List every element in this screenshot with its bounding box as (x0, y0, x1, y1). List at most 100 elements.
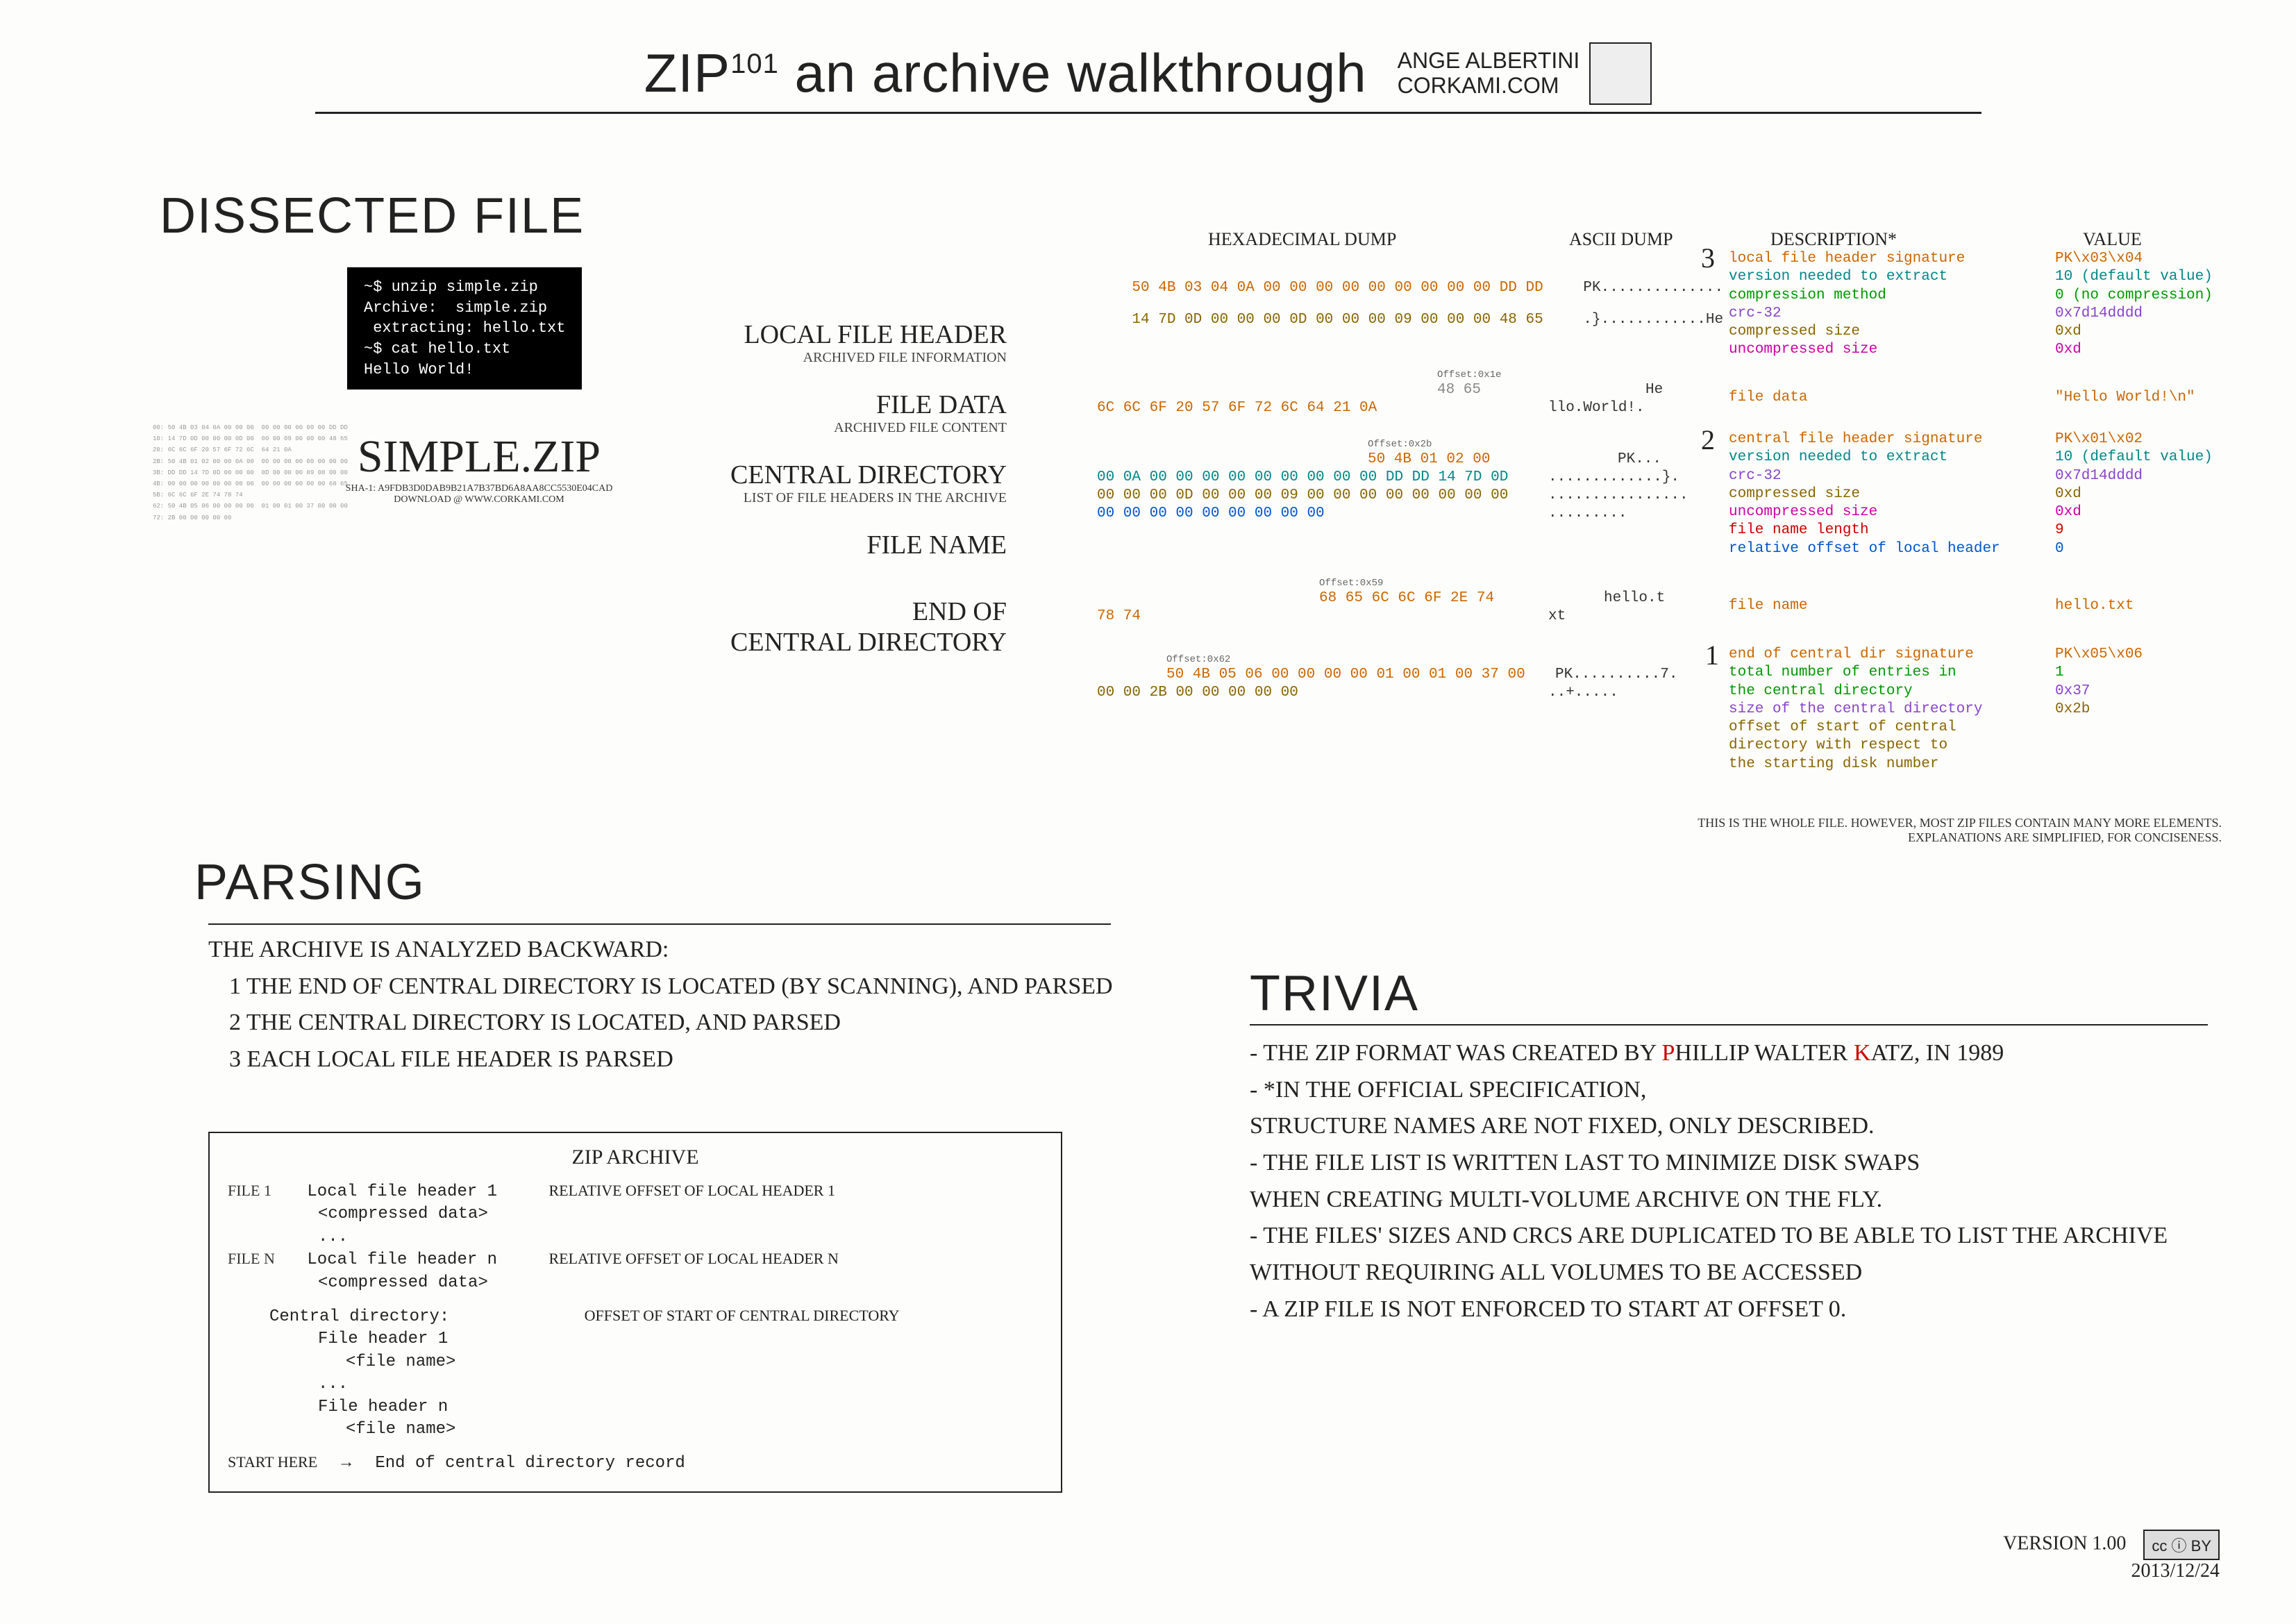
cd-offset: Offset:0x2b (1368, 439, 1432, 450)
parsing-item-1: 1 THE END OF CENTRAL DIRECTORY IS LOCATE… (229, 969, 1180, 1005)
dump-header-ascii: ASCII DUMP (1569, 229, 1673, 250)
parsing-lead: THE ARCHIVE IS ANALYZED BACKWARD: (208, 932, 1180, 969)
fn-desc: file name (1729, 597, 1807, 615)
fd-ascii: llo.World!. (1548, 400, 1645, 416)
arch-cd: Central directory: (269, 1307, 449, 1326)
arch-filena: Local file header n (307, 1250, 497, 1269)
lfh-desc: local file header signatureversion neede… (1729, 250, 1965, 360)
title-rule (315, 112, 1981, 114)
section-filedata-label: FILE DATA (694, 390, 1007, 420)
footer: VERSION 1.00 cc ⓘ BY 2013/12/24 (2003, 1530, 2220, 1582)
cd-val: PK\x01\x0210 (default value)0x7d14dddd0x… (2055, 430, 2213, 558)
simple-zip-block: SIMPLE.ZIP SHA-1: A9FDB3D0DAB9B21A7B37BD… (299, 430, 660, 505)
title-credits: ANGE ALBERTINI CORKAMI.COM (1398, 49, 1580, 97)
arch-file1a: Local file header 1 (307, 1182, 497, 1201)
archive-schematic: ZIP ARCHIVE FILE 1 Local file header 1 R… (208, 1132, 1062, 1493)
filedata-offset: Offset:0x1e (1437, 369, 1501, 380)
fd-hex-prev: 48 65 (1437, 382, 1481, 398)
section-eocd: END OF CENTRAL DIRECTORY (694, 584, 1007, 670)
simple-zip-download: DOWNLOAD @ WWW.CORKAMI.COM (299, 494, 660, 505)
arch-off1: RELATIVE OFFSET OF LOCAL HEADER 1 (548, 1180, 835, 1201)
eo-val: PK\x05\x0610x370x2b (2055, 646, 2143, 719)
parsing-heading: PARSING (194, 854, 426, 911)
cd-asc0: PK... (1618, 451, 1661, 467)
section-filedata: FILE DATA ARCHIVED FILE CONTENT (694, 390, 1007, 436)
title-rest: an archive walkthrough (779, 42, 1367, 103)
simple-zip-sha: SHA-1: A9FDB3D0DAB9B21A7B37BD6A8AA8CC553… (299, 483, 660, 494)
eo-step: 1 (1705, 639, 1719, 671)
fn-val: hello.txt (2055, 597, 2134, 615)
title-sup: 101 (730, 49, 779, 79)
arch-cd1a: File header 1 (318, 1328, 1043, 1350)
cd-desc: central file header signatureversion nee… (1729, 430, 2000, 558)
fd-val: "Hello World!\n" (2055, 389, 2195, 407)
lfh-hex-1: 50 4B 03 04 0A 00 00 00 00 00 00 00 00 0… (1132, 280, 1543, 296)
trivia-heading: TRIVIA (1250, 965, 1419, 1022)
eo-asc1: PK..........7. (1555, 667, 1677, 683)
cd-step: 2 (1701, 424, 1715, 456)
lfh-ascii-2: .}............He (1583, 312, 1723, 328)
corkami-logo-icon (1589, 42, 1652, 105)
cd-hex1: 00 0A 00 00 00 00 00 00 00 00 00 DD DD 1… (1097, 469, 1508, 485)
cd-asc2: ................ (1548, 487, 1689, 503)
arch-cdna: File header n (318, 1396, 1043, 1418)
eo-hex1: 50 4B 05 06 00 00 00 00 01 00 01 00 37 0… (1166, 667, 1525, 683)
fd-hex: 6C 6C 6F 20 57 6F 72 6C 64 21 0A (1097, 400, 1377, 416)
lfh-step: 3 (1701, 242, 1715, 274)
fd-ascii-prev: He (1645, 382, 1663, 398)
cd-asc1: .............}. (1548, 469, 1679, 485)
title-site: CORKAMI.COM (1398, 73, 1559, 98)
cd-hex2: 00 00 00 0D 00 00 00 09 00 00 00 00 00 0… (1097, 487, 1508, 503)
arch-offn: RELATIVE OFFSET OF LOCAL HEADER N (548, 1248, 838, 1269)
dump-header-hex: HEXADECIMAL DUMP (1208, 229, 1396, 250)
simple-zip-name: SIMPLE.ZIP (299, 430, 660, 483)
section-filedata-sub: ARCHIVED FILE CONTENT (694, 420, 1007, 436)
section-lfh: LOCAL FILE HEADER ARCHIVED FILE INFORMAT… (694, 319, 1007, 366)
cc-by-icon: cc ⓘ BY (2143, 1530, 2220, 1560)
fn-asc: xt (1548, 608, 1566, 624)
footer-date: 2013/12/24 (2131, 1560, 2220, 1582)
section-cdir-label: CENTRAL DIRECTORY (694, 460, 1007, 490)
arch-offcd: OFFSET OF START OF CENTRAL DIRECTORY (585, 1305, 900, 1326)
dissected-heading: DISSECTED FILE (160, 187, 585, 244)
arch-filenb: <compressed data> (318, 1272, 1043, 1294)
fn-ascp: hello.t (1604, 590, 1665, 606)
lfh-ascii-1: PK.............. (1583, 280, 1723, 296)
title-bar: ZIP101 an archive walkthrough ANGE ALBER… (0, 42, 2296, 114)
parsing-item-2: 2 THE CENTRAL DIRECTORY IS LOCATED, AND … (229, 1005, 1180, 1041)
section-cdir: CENTRAL DIRECTORY LIST OF FILE HEADERS I… (694, 460, 1007, 506)
arch-title: ZIP ARCHIVE (228, 1146, 1043, 1169)
cd-hex3: 00 00 00 00 00 00 00 00 00 (1097, 505, 1325, 521)
arch-file1-label: FILE 1 (228, 1180, 297, 1201)
section-fname: FILE NAME (694, 530, 1007, 560)
section-labels: LOCAL FILE HEADER ARCHIVED FILE INFORMAT… (694, 319, 1007, 694)
parsing-item-3: 3 EACH LOCAL FILE HEADER IS PARSED (229, 1041, 1180, 1078)
arch-start: START HERE (228, 1453, 317, 1471)
title-main: ZIP101 an archive walkthrough (644, 42, 1367, 105)
title-zip: ZIP (644, 42, 730, 103)
arch-cdnb: <file name> (346, 1418, 1043, 1441)
arch-file1b: <compressed data> (318, 1203, 1043, 1225)
arch-filen-label: FILE N (228, 1248, 297, 1269)
arch-dots2: ... (318, 1373, 1043, 1396)
fn-hex: 78 74 (1097, 608, 1141, 624)
section-fname-label: FILE NAME (694, 530, 1007, 560)
eo-desc: end of central dir signaturetotal number… (1729, 646, 1982, 773)
parsing-rule (208, 923, 1111, 925)
parsing-body: THE ARCHIVE IS ANALYZED BACKWARD: 1 THE … (208, 923, 1180, 1078)
section-eocd-label: END OF CENTRAL DIRECTORY (694, 596, 1007, 658)
lfh-val: PK\x03\x0410 (default value)0 (no compre… (2055, 250, 2213, 360)
dump-header-desc: DESCRIPTION* (1770, 229, 1897, 250)
fn-hexp: 68 65 6C 6C 6F 2E 74 (1319, 590, 1494, 606)
cd-hex0: 50 4B 01 02 00 (1368, 451, 1490, 467)
dump-header-val: VALUE (2083, 229, 2142, 250)
trivia-rule (1250, 1024, 2208, 1026)
section-cdir-sub: LIST OF FILE HEADERS IN THE ARCHIVE (694, 490, 1007, 506)
eo-offset: Offset:0x62 (1166, 654, 1230, 665)
eo-hex2: 00 00 2B 00 00 00 00 00 (1097, 685, 1298, 701)
section-lfh-sub: ARCHIVED FILE INFORMATION (694, 350, 1007, 366)
arch-cd1b: <file name> (346, 1351, 1043, 1373)
trivia-body: - THE ZIP FORMAT WAS CREATED BY PHILLIP … (1250, 1024, 2222, 1328)
eo-asc2: ..+..... (1548, 685, 1618, 701)
disclaimer: THIS IS THE WHOLE FILE. HOWEVER, MOST ZI… (1666, 816, 2222, 845)
